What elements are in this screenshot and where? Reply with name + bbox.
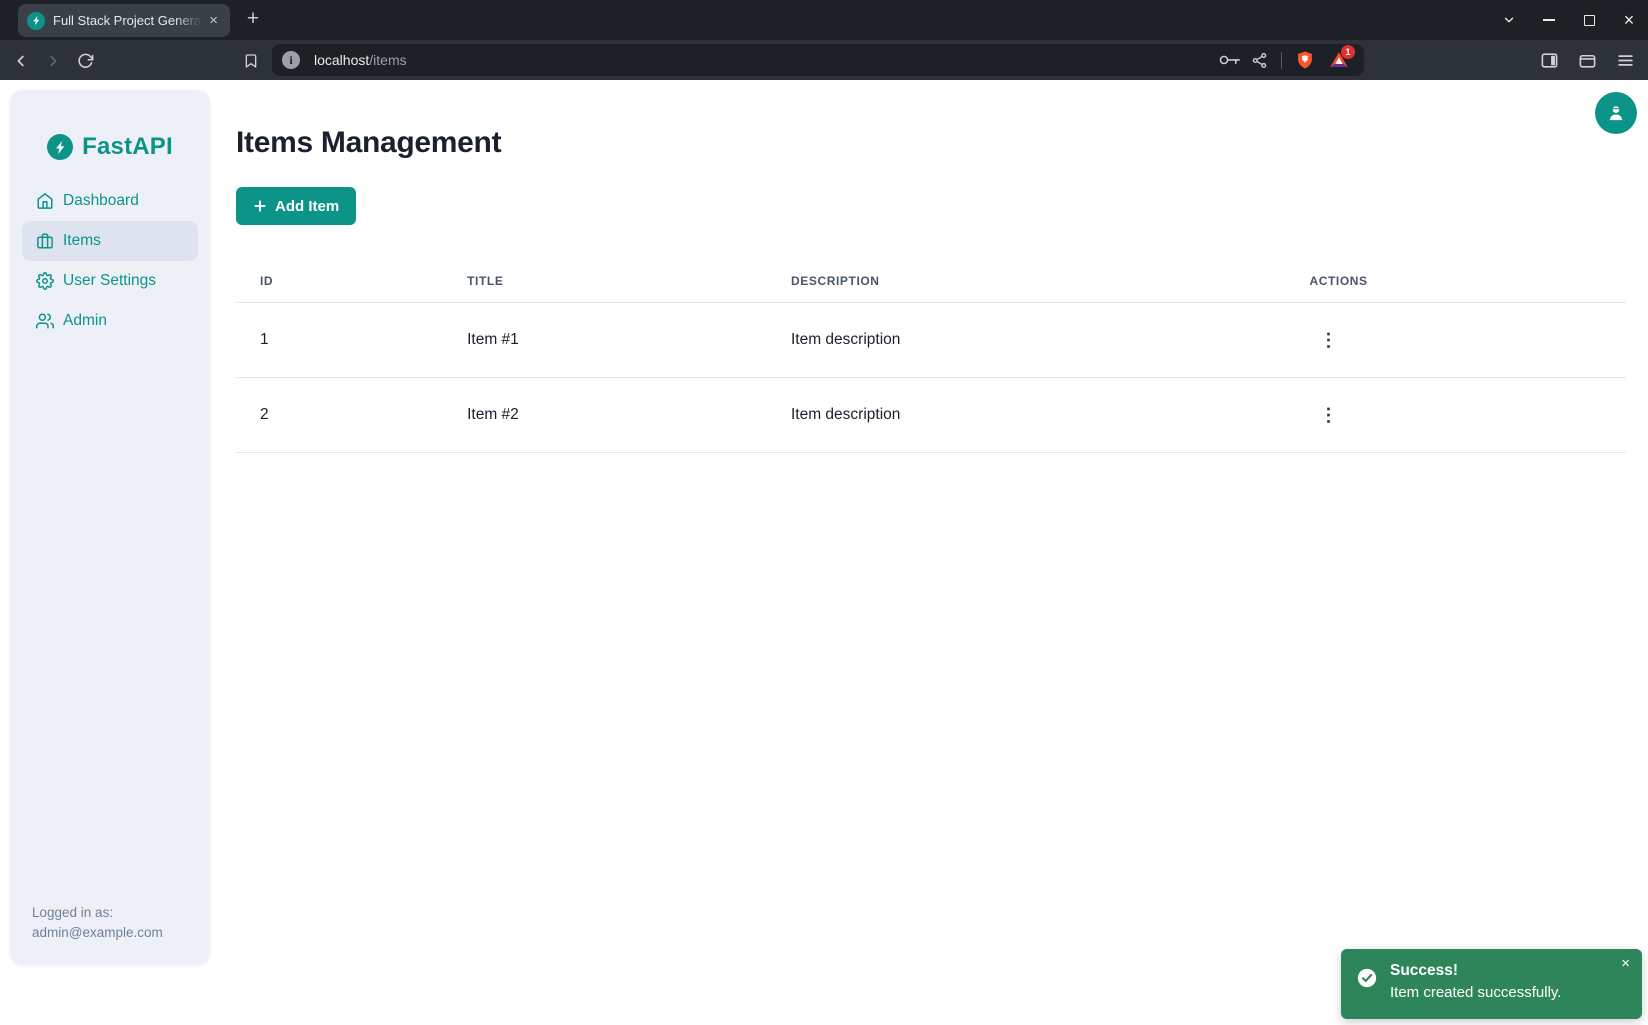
window-minimize-button[interactable] (1536, 7, 1562, 33)
window-close-button[interactable]: × (1616, 7, 1642, 33)
window-maximize-button[interactable] (1576, 7, 1602, 33)
sidebar-item-label: Items (63, 232, 101, 250)
add-item-label: Add Item (275, 198, 339, 215)
back-button[interactable] (8, 48, 34, 74)
sidebar-item-label: Dashboard (63, 192, 139, 210)
main-content: Items Management Add Item ID TITLE DESCR… (226, 80, 1637, 453)
toast-close-icon[interactable]: × (1617, 953, 1634, 974)
column-header-description: DESCRIPTION (767, 254, 1285, 303)
user-icon (1605, 102, 1627, 124)
toast-message: Item created successfully. (1390, 982, 1561, 1004)
success-toast: Success! Item created successfully. × (1341, 949, 1642, 1019)
share-icon[interactable] (1251, 52, 1268, 69)
column-header-actions: ACTIONS (1285, 254, 1626, 303)
user-avatar-button[interactable] (1595, 92, 1637, 134)
users-icon (36, 312, 54, 330)
table-header-row: ID TITLE DESCRIPTION ACTIONS (236, 254, 1626, 303)
sidebar-item-label: Admin (63, 312, 107, 330)
toast-text: Success! Item created successfully. (1390, 960, 1561, 1004)
briefcase-icon (36, 232, 54, 250)
app-page: FastAPI Dashboard Items User Settings (0, 80, 1648, 1025)
url-host: localhost (314, 52, 369, 68)
logged-in-label: Logged in as: (32, 903, 163, 923)
password-key-icon[interactable] (1219, 51, 1238, 70)
gear-icon (36, 272, 54, 290)
table-row: 1 Item #1 Item description ⋮ (236, 303, 1626, 378)
toast-title: Success! (1390, 960, 1561, 982)
sidebar-item-label: User Settings (63, 272, 156, 290)
add-item-button[interactable]: Add Item (236, 187, 356, 225)
row-actions-kebab-icon[interactable]: ⋮ (1309, 329, 1347, 351)
sidebar-item-dashboard[interactable]: Dashboard (22, 181, 198, 221)
cell-description: Item description (767, 378, 1285, 453)
cell-title: Item #1 (443, 303, 767, 378)
wallet-icon[interactable] (1574, 47, 1600, 73)
sidebar: FastAPI Dashboard Items User Settings (10, 90, 210, 965)
tab-search-chevron-icon[interactable] (1496, 7, 1522, 33)
check-circle-icon (1356, 967, 1378, 989)
fastapi-favicon-icon (27, 12, 45, 30)
toolbar-divider (1281, 52, 1282, 69)
cell-id: 2 (236, 378, 443, 453)
sidebar-nav: Dashboard Items User Settings Admin (10, 181, 210, 341)
browser-tab[interactable]: Full Stack Project Genera × (18, 4, 230, 37)
logo-text: FastAPI (82, 133, 173, 161)
column-header-title: TITLE (443, 254, 767, 303)
sidebar-panel-icon[interactable] (1536, 47, 1562, 73)
table-row: 2 Item #2 Item description ⋮ (236, 378, 1626, 453)
url-path: /items (369, 52, 406, 68)
cell-title: Item #2 (443, 378, 767, 453)
forward-button[interactable] (40, 48, 66, 74)
bookmark-icon[interactable] (238, 48, 264, 74)
page-title: Items Management (236, 126, 1626, 160)
reload-button[interactable] (72, 48, 98, 74)
tab-strip: Full Stack Project Genera × + × (0, 0, 1648, 40)
sidebar-item-admin[interactable]: Admin (22, 301, 198, 341)
plus-icon (253, 199, 267, 213)
fastapi-bolt-icon (47, 134, 73, 160)
site-info-icon[interactable]: i (282, 51, 300, 69)
tab-close-icon[interactable]: × (205, 11, 222, 30)
browser-toolbar: i localhost/items 1 (0, 40, 1648, 80)
rewards-badge: 1 (1341, 45, 1355, 59)
fastapi-logo: FastAPI (10, 133, 210, 161)
cell-id: 1 (236, 303, 443, 378)
sidebar-item-items[interactable]: Items (22, 221, 198, 261)
menu-hamburger-icon[interactable] (1612, 47, 1638, 73)
address-bar[interactable]: i localhost/items 1 (272, 44, 1364, 76)
sidebar-item-user-settings[interactable]: User Settings (22, 261, 198, 301)
row-actions-kebab-icon[interactable]: ⋮ (1309, 404, 1347, 426)
items-table: ID TITLE DESCRIPTION ACTIONS 1 Item #1 I… (236, 254, 1626, 453)
window-controls: × (1496, 0, 1642, 40)
column-header-id: ID (236, 254, 443, 303)
cell-description: Item description (767, 303, 1285, 378)
brave-shield-icon[interactable] (1295, 50, 1315, 70)
new-tab-button[interactable]: + (240, 7, 266, 33)
home-icon (36, 192, 54, 210)
logged-in-info: Logged in as: admin@example.com (32, 903, 163, 943)
brave-rewards-icon[interactable]: 1 (1328, 49, 1350, 71)
logged-in-email: admin@example.com (32, 923, 163, 943)
tab-title: Full Stack Project Genera (53, 13, 205, 28)
url-text[interactable]: localhost/items (314, 52, 1219, 68)
